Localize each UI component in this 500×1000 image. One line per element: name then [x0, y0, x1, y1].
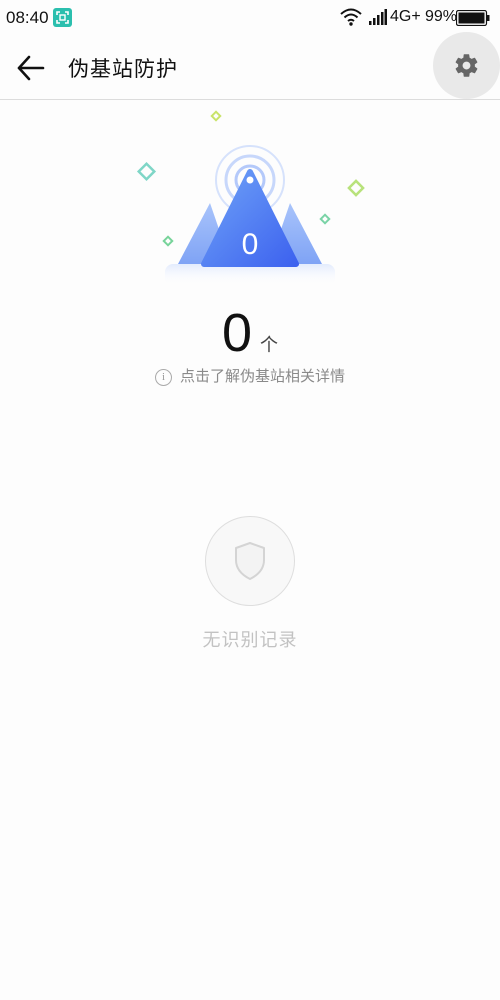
screenshot-app-icon [53, 8, 72, 27]
network-type: 4G+ [390, 8, 421, 25]
empty-state-icon [205, 516, 295, 606]
status-bar: 08:40 4G+ 99% [0, 0, 500, 36]
base-station-illustration: 0 [130, 108, 370, 286]
arrow-left-icon [17, 55, 45, 81]
count-value: 0 [221, 303, 253, 363]
screen: 08:40 4G+ 99% 伪基站防护 0 0 个 i 点击了解伪基站相关详情 … [0, 0, 500, 1000]
info-icon: i [154, 369, 172, 386]
signal-icon [369, 9, 387, 30]
page-title: 伪基站防护 [68, 57, 178, 81]
detected-count: 0个 [0, 302, 500, 364]
back-button[interactable] [14, 51, 50, 85]
empty-state-text: 无识别记录 [202, 630, 298, 651]
app-header: 伪基站防护 [0, 32, 500, 100]
badge-count: 0 [242, 228, 259, 261]
status-time: 08:40 [6, 8, 49, 27]
battery-icon [455, 9, 490, 31]
details-link[interactable]: i 点击了解伪基站相关详情 [0, 365, 500, 386]
details-link-text: 点击了解伪基站相关详情 [179, 367, 345, 385]
shield-icon [235, 542, 265, 580]
settings-button[interactable] [433, 32, 500, 99]
gear-icon [455, 54, 478, 77]
wifi-icon [340, 7, 362, 32]
battery-percent: 99% [425, 8, 458, 25]
count-unit: 个 [260, 335, 279, 356]
